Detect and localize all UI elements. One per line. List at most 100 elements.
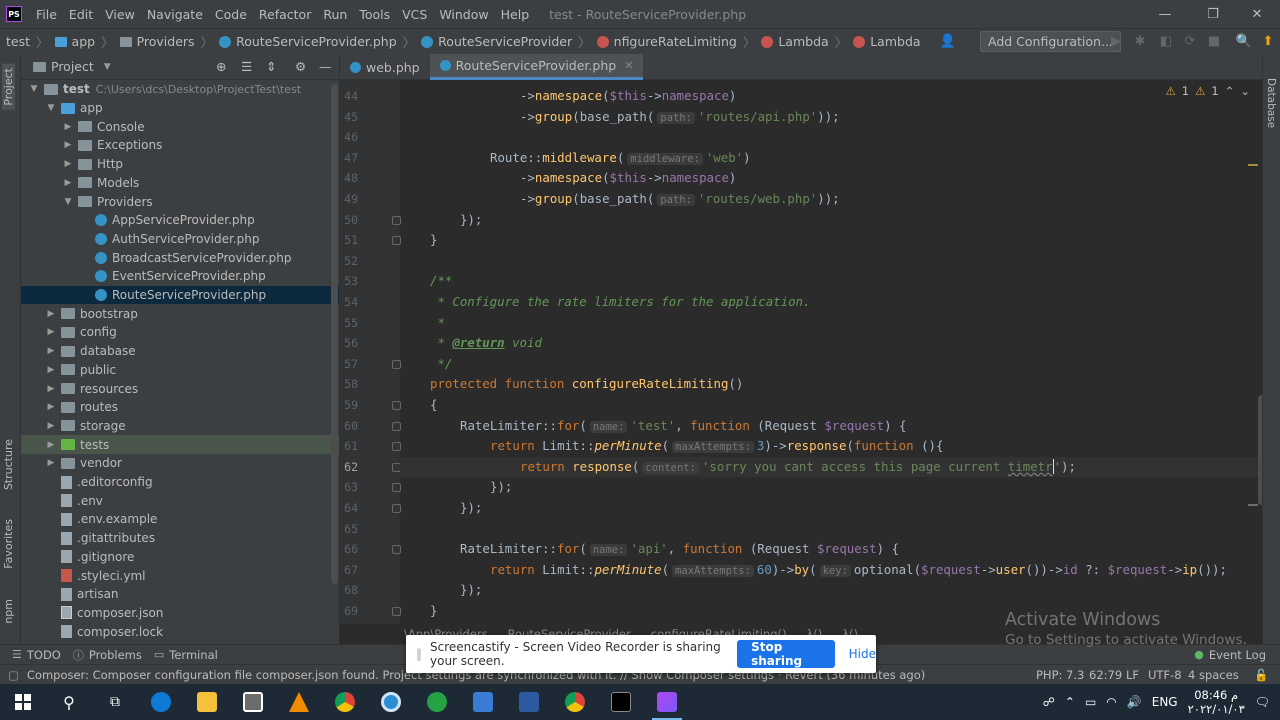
line-number[interactable]: 69 (340, 604, 358, 618)
favorites-tool-button[interactable]: Favorites (2, 519, 15, 569)
chevron-down-icon[interactable]: ▼ (46, 103, 56, 113)
minimize-icon[interactable]: — (1142, 0, 1188, 28)
menu-vcs[interactable]: VCS (396, 7, 433, 22)
fold-marker-icon[interactable] (392, 421, 401, 431)
breadcrumb-item[interactable]: app 〉 (49, 32, 114, 51)
tree-item[interactable]: .env.example (21, 510, 339, 529)
people-icon[interactable]: ☍ (1043, 695, 1055, 709)
info-stripe[interactable] (1248, 504, 1258, 506)
user-icon[interactable]: 👤 (940, 33, 956, 49)
line-number[interactable]: 53 (340, 274, 358, 288)
database-tool-button[interactable]: Database (1265, 78, 1277, 128)
code-line[interactable]: /** (430, 271, 452, 292)
tree-item[interactable]: RouteServiceProvider.php (21, 285, 339, 305)
task-view-icon[interactable]: ⧉ (92, 684, 138, 720)
locate-icon[interactable]: ⊕ (216, 59, 226, 74)
menu-navigate[interactable]: Navigate (141, 7, 209, 22)
tree-item[interactable]: AppServiceProvider.php (21, 211, 339, 230)
code-line[interactable]: } (430, 601, 437, 622)
lock-icon[interactable]: 🔓 (1254, 668, 1268, 682)
fold-marker-icon[interactable] (392, 607, 401, 616)
chevron-right-icon[interactable]: ▶ (46, 327, 56, 337)
line-number[interactable]: 66 (340, 542, 358, 556)
code-line[interactable]: }); (490, 477, 512, 498)
line-number[interactable]: 55 (340, 316, 358, 330)
language-indicator[interactable]: ENG (1152, 695, 1178, 709)
fold-marker-icon[interactable] (392, 236, 401, 246)
tab-web-php[interactable]: web.php (340, 54, 430, 80)
line-number[interactable]: 46 (340, 130, 358, 144)
file-explorer-icon[interactable] (184, 684, 230, 720)
tree-item[interactable]: .env (21, 491, 339, 510)
line-number[interactable]: 52 (340, 254, 358, 268)
collapse-all-icon[interactable]: ☰ (241, 59, 252, 74)
gear-icon[interactable]: ⚙ (295, 59, 306, 74)
menu-window[interactable]: Window (433, 7, 494, 22)
tree-item[interactable]: BroadcastServiceProvider.php (21, 248, 339, 267)
code-line[interactable]: protected function configureRateLimiting… (430, 374, 743, 395)
fold-marker-icon[interactable] (392, 504, 401, 513)
update-icon[interactable]: ⬆ (1260, 33, 1276, 49)
hide-button[interactable]: Hide (849, 647, 876, 661)
chevron-right-icon[interactable]: ▶ (63, 122, 73, 132)
tree-item[interactable]: ▼ test C:\Users\dcs\Desktop\ProjectTest\te… (21, 80, 339, 99)
tree-item[interactable]: ▶ Exceptions (21, 136, 339, 155)
breadcrumb-item[interactable]: nfigureRateLimiting 〉 (591, 32, 755, 51)
code-editor[interactable]: 44 45 46 47 48 49 50 51 52 53 54 55 56 57 58 59 60 61 62 63… (340, 80, 1262, 624)
inspection-widget[interactable]: ⚠ 1 ⚠ 1 ⌃ ⌄ (1165, 84, 1250, 98)
hide-panel-icon[interactable]: — (319, 59, 332, 74)
tree-item[interactable]: ▶ tests (21, 435, 339, 454)
breadcrumb-item[interactable]: Lambda (847, 34, 921, 49)
chevron-down-icon[interactable]: ▼ (63, 197, 73, 207)
line-number[interactable]: 50 (340, 213, 358, 227)
line-separator[interactable]: LF (1126, 668, 1139, 682)
whatsapp-icon[interactable] (414, 684, 460, 720)
store-icon[interactable] (230, 684, 276, 720)
menu-file[interactable]: File (30, 7, 63, 22)
breadcrumb-item[interactable]: RouteServiceProvider.php 〉 (213, 32, 415, 51)
chevron-right-icon[interactable]: ▶ (46, 458, 56, 468)
tree-item[interactable]: AuthServiceProvider.php (21, 230, 339, 249)
breadcrumb-item[interactable]: Lambda 〉 (755, 32, 847, 51)
tree-item[interactable]: composer.lock (21, 622, 339, 641)
line-number[interactable]: 62 (340, 460, 358, 474)
line-number[interactable]: 49 (340, 192, 358, 206)
line-number[interactable]: 51 (340, 233, 358, 247)
tree-item[interactable]: .gitignore (21, 548, 339, 567)
code-line[interactable]: */ (430, 354, 452, 375)
code-line[interactable]: Route::middleware(middleware:'web') (490, 148, 751, 169)
clock[interactable]: 08:46 م ٢٠٢٢/٠١/٠٣ (1188, 688, 1245, 716)
tree-item[interactable]: ▶ public (21, 361, 339, 380)
close-tab-icon[interactable]: ✕ (624, 59, 633, 72)
php-version[interactable]: PHP: 7.3 (1036, 668, 1084, 682)
tree-item[interactable]: ▶ Models (21, 174, 339, 193)
tree-item[interactable]: ▶ database (21, 342, 339, 361)
edge-icon[interactable] (138, 684, 184, 720)
tree-item[interactable]: .editorconfig (21, 473, 339, 492)
menu-help[interactable]: Help (495, 7, 536, 22)
code-line[interactable]: return response(content:'sorry you cant … (520, 457, 1076, 478)
line-number[interactable]: 48 (340, 171, 358, 185)
close-icon[interactable]: ✕ (1234, 0, 1280, 28)
tree-item[interactable]: ▶ Console (21, 117, 339, 136)
tree-item[interactable]: artisan (21, 585, 339, 604)
cmd-icon[interactable] (598, 684, 644, 720)
tree-item[interactable]: ▶ resources (21, 379, 339, 398)
breadcrumb-item[interactable]: Providers 〉 (114, 32, 213, 51)
stop-sharing-button[interactable]: Stop sharing (737, 640, 835, 668)
chevron-right-icon[interactable]: ▶ (46, 440, 56, 450)
calculator-icon[interactable] (460, 684, 506, 720)
chevron-right-icon[interactable]: ▶ (46, 421, 56, 431)
tree-item[interactable]: ▼ app (21, 99, 339, 118)
fold-marker-icon[interactable] (392, 401, 401, 410)
indent-setting[interactable]: 4 spaces (1188, 668, 1239, 682)
chrome-icon[interactable] (322, 684, 368, 720)
chrome-profile-icon[interactable] (552, 684, 598, 720)
code-line[interactable]: * @return void (430, 333, 541, 354)
panel-toggle-icon[interactable]: ▢ (8, 668, 19, 682)
menu-tools[interactable]: Tools (353, 7, 396, 22)
breadcrumb-item[interactable]: test 〉 (0, 32, 49, 51)
line-number[interactable]: 61 (340, 439, 358, 453)
caret-position[interactable]: 62:79 (1089, 668, 1122, 682)
code-line[interactable]: return Limit::perMinute(maxAttempts: 3)->… (490, 436, 943, 457)
